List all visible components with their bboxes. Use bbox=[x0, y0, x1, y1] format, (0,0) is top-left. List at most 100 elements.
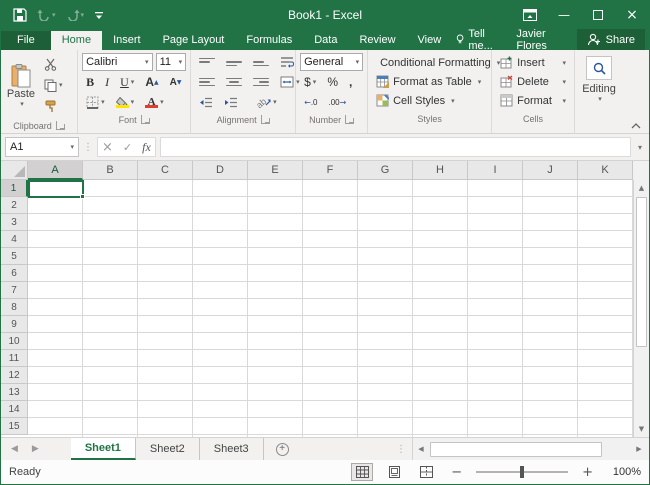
row-header[interactable]: 11 bbox=[1, 350, 28, 367]
scroll-right-button[interactable]: ▶ bbox=[631, 438, 647, 460]
column-header[interactable]: H bbox=[413, 161, 468, 180]
alignment-dialog-launcher-icon[interactable] bbox=[261, 115, 270, 124]
column-header[interactable]: F bbox=[303, 161, 358, 180]
horizontal-scrollbar[interactable]: ◀ ▶ bbox=[412, 438, 647, 460]
delete-cells-button[interactable]: Delete ▾ bbox=[496, 72, 570, 91]
next-sheet-icon[interactable]: ▶ bbox=[32, 444, 39, 454]
comma-style-button[interactable]: , bbox=[345, 73, 356, 91]
clipboard-dialog-launcher-icon[interactable] bbox=[56, 121, 65, 130]
new-sheet-button[interactable]: + bbox=[264, 438, 301, 460]
minimize-button[interactable]: — bbox=[547, 1, 581, 29]
scroll-down-button[interactable]: ▼ bbox=[634, 421, 649, 437]
column-header[interactable]: D bbox=[193, 161, 248, 180]
row-header[interactable]: 10 bbox=[1, 333, 28, 350]
cut-button[interactable] bbox=[41, 55, 66, 73]
font-size-select[interactable]: 11 ▾ bbox=[156, 53, 187, 71]
row-header[interactable]: 3 bbox=[1, 214, 28, 231]
sheet-tab[interactable]: Sheet1 bbox=[71, 438, 136, 460]
underline-button[interactable]: U▾ bbox=[116, 73, 138, 91]
vertical-scrollbar[interactable]: ▲ ▼ bbox=[633, 180, 649, 437]
row-header[interactable]: 6 bbox=[1, 265, 28, 282]
insert-function-button[interactable]: fx bbox=[142, 140, 151, 155]
underline-dropdown-icon[interactable]: ▾ bbox=[131, 78, 135, 86]
customize-qat-button[interactable] bbox=[90, 4, 108, 26]
copy-dropdown-icon[interactable]: ▾ bbox=[59, 81, 63, 89]
column-header[interactable]: I bbox=[468, 161, 523, 180]
column-header[interactable]: E bbox=[248, 161, 303, 180]
align-right-button[interactable] bbox=[249, 73, 273, 91]
formula-input[interactable] bbox=[160, 137, 631, 157]
wrap-text-button[interactable] bbox=[276, 53, 298, 71]
zoom-in-button[interactable]: + bbox=[578, 465, 597, 480]
increase-indent-button[interactable] bbox=[220, 93, 242, 111]
ribbon-tab[interactable]: Formulas bbox=[235, 31, 303, 50]
insert-cells-button[interactable]: Insert ▾ bbox=[496, 53, 570, 72]
enter-entry-button[interactable]: ✓ bbox=[123, 141, 132, 154]
number-format-select[interactable]: General ▾ bbox=[300, 53, 363, 71]
accounting-dropdown-icon[interactable]: ▾ bbox=[313, 78, 317, 86]
ribbon-tab[interactable]: Home bbox=[51, 31, 102, 50]
ribbon-tab[interactable]: Review bbox=[348, 31, 406, 50]
decrease-decimal-button[interactable]: .00→ bbox=[324, 93, 350, 111]
percent-style-button[interactable]: % bbox=[323, 73, 342, 91]
column-header[interactable]: K bbox=[578, 161, 633, 180]
zoom-out-button[interactable]: − bbox=[447, 465, 466, 480]
share-button[interactable]: Share bbox=[577, 29, 645, 50]
page-layout-view-button[interactable] bbox=[383, 463, 405, 481]
horizontal-scroll-track[interactable] bbox=[603, 438, 631, 460]
page-break-view-button[interactable] bbox=[415, 463, 437, 481]
row-header[interactable]: 13 bbox=[1, 384, 28, 401]
font-color-button[interactable]: A ▾ bbox=[141, 93, 168, 111]
select-all-button[interactable] bbox=[1, 161, 28, 180]
row-header[interactable]: 7 bbox=[1, 282, 28, 299]
close-button[interactable]: × bbox=[615, 1, 649, 29]
bottom-align-button[interactable] bbox=[249, 53, 273, 71]
cancel-entry-button[interactable]: × bbox=[102, 140, 113, 155]
scroll-up-button[interactable]: ▲ bbox=[634, 180, 649, 196]
increase-font-size-button[interactable]: A▲ bbox=[141, 73, 162, 91]
zoom-slider[interactable] bbox=[476, 471, 568, 473]
column-header[interactable]: G bbox=[358, 161, 413, 180]
normal-view-button[interactable] bbox=[351, 463, 373, 481]
bold-button[interactable]: B bbox=[82, 73, 98, 91]
format-painter-button[interactable] bbox=[41, 97, 66, 115]
orientation-dropdown-icon[interactable]: ▾ bbox=[273, 98, 277, 106]
orientation-button[interactable]: ab ▾ bbox=[253, 93, 281, 111]
increase-decimal-button[interactable]: ←.0 bbox=[300, 93, 321, 111]
cell-styles-button[interactable]: Cell Styles ▾ bbox=[372, 91, 487, 110]
conditional-formatting-button[interactable]: Conditional Formatting ▾ bbox=[372, 53, 487, 72]
row-header[interactable]: 12 bbox=[1, 367, 28, 384]
sheet-tab[interactable]: Sheet3 bbox=[200, 438, 264, 460]
cells-grid[interactable] bbox=[28, 180, 633, 437]
number-dialog-launcher-icon[interactable] bbox=[345, 115, 354, 124]
vertical-scroll-track[interactable] bbox=[634, 348, 649, 421]
name-box[interactable]: A1 ▾ bbox=[5, 137, 79, 157]
collapse-ribbon-icon[interactable] bbox=[631, 123, 641, 129]
fill-color-button[interactable]: ▾ bbox=[112, 93, 139, 111]
horizontal-scroll-thumb[interactable] bbox=[430, 442, 602, 457]
row-header[interactable]: 2 bbox=[1, 197, 28, 214]
sheetbar-separator-dots[interactable]: ⋮ bbox=[396, 444, 406, 455]
borders-dropdown-icon[interactable]: ▾ bbox=[101, 98, 105, 106]
name-box-dropdown-icon[interactable]: ▾ bbox=[70, 143, 74, 151]
column-header[interactable]: C bbox=[138, 161, 193, 180]
ribbon-tab[interactable]: Data bbox=[303, 31, 348, 50]
undo-dropdown-icon[interactable]: ▾ bbox=[52, 11, 56, 19]
redo-button[interactable]: ▾ bbox=[62, 4, 89, 26]
zoom-level[interactable]: 100% bbox=[607, 466, 641, 478]
font-family-select[interactable]: Calibri ▾ bbox=[82, 53, 152, 71]
align-left-button[interactable] bbox=[195, 73, 219, 91]
italic-button[interactable]: I bbox=[101, 73, 113, 91]
row-header[interactable]: 9 bbox=[1, 316, 28, 333]
zoom-slider-thumb[interactable] bbox=[520, 466, 524, 478]
fill-handle[interactable] bbox=[80, 194, 85, 199]
fill-color-dropdown-icon[interactable]: ▾ bbox=[131, 98, 135, 106]
column-header[interactable]: A bbox=[28, 161, 83, 180]
borders-button[interactable]: ▾ bbox=[82, 93, 109, 111]
center-button[interactable] bbox=[222, 73, 246, 91]
decrease-indent-button[interactable] bbox=[195, 93, 217, 111]
row-header[interactable]: 8 bbox=[1, 299, 28, 316]
row-header[interactable]: 15 bbox=[1, 418, 28, 435]
ribbon-tab[interactable]: Insert bbox=[102, 31, 152, 50]
row-header[interactable]: 4 bbox=[1, 231, 28, 248]
